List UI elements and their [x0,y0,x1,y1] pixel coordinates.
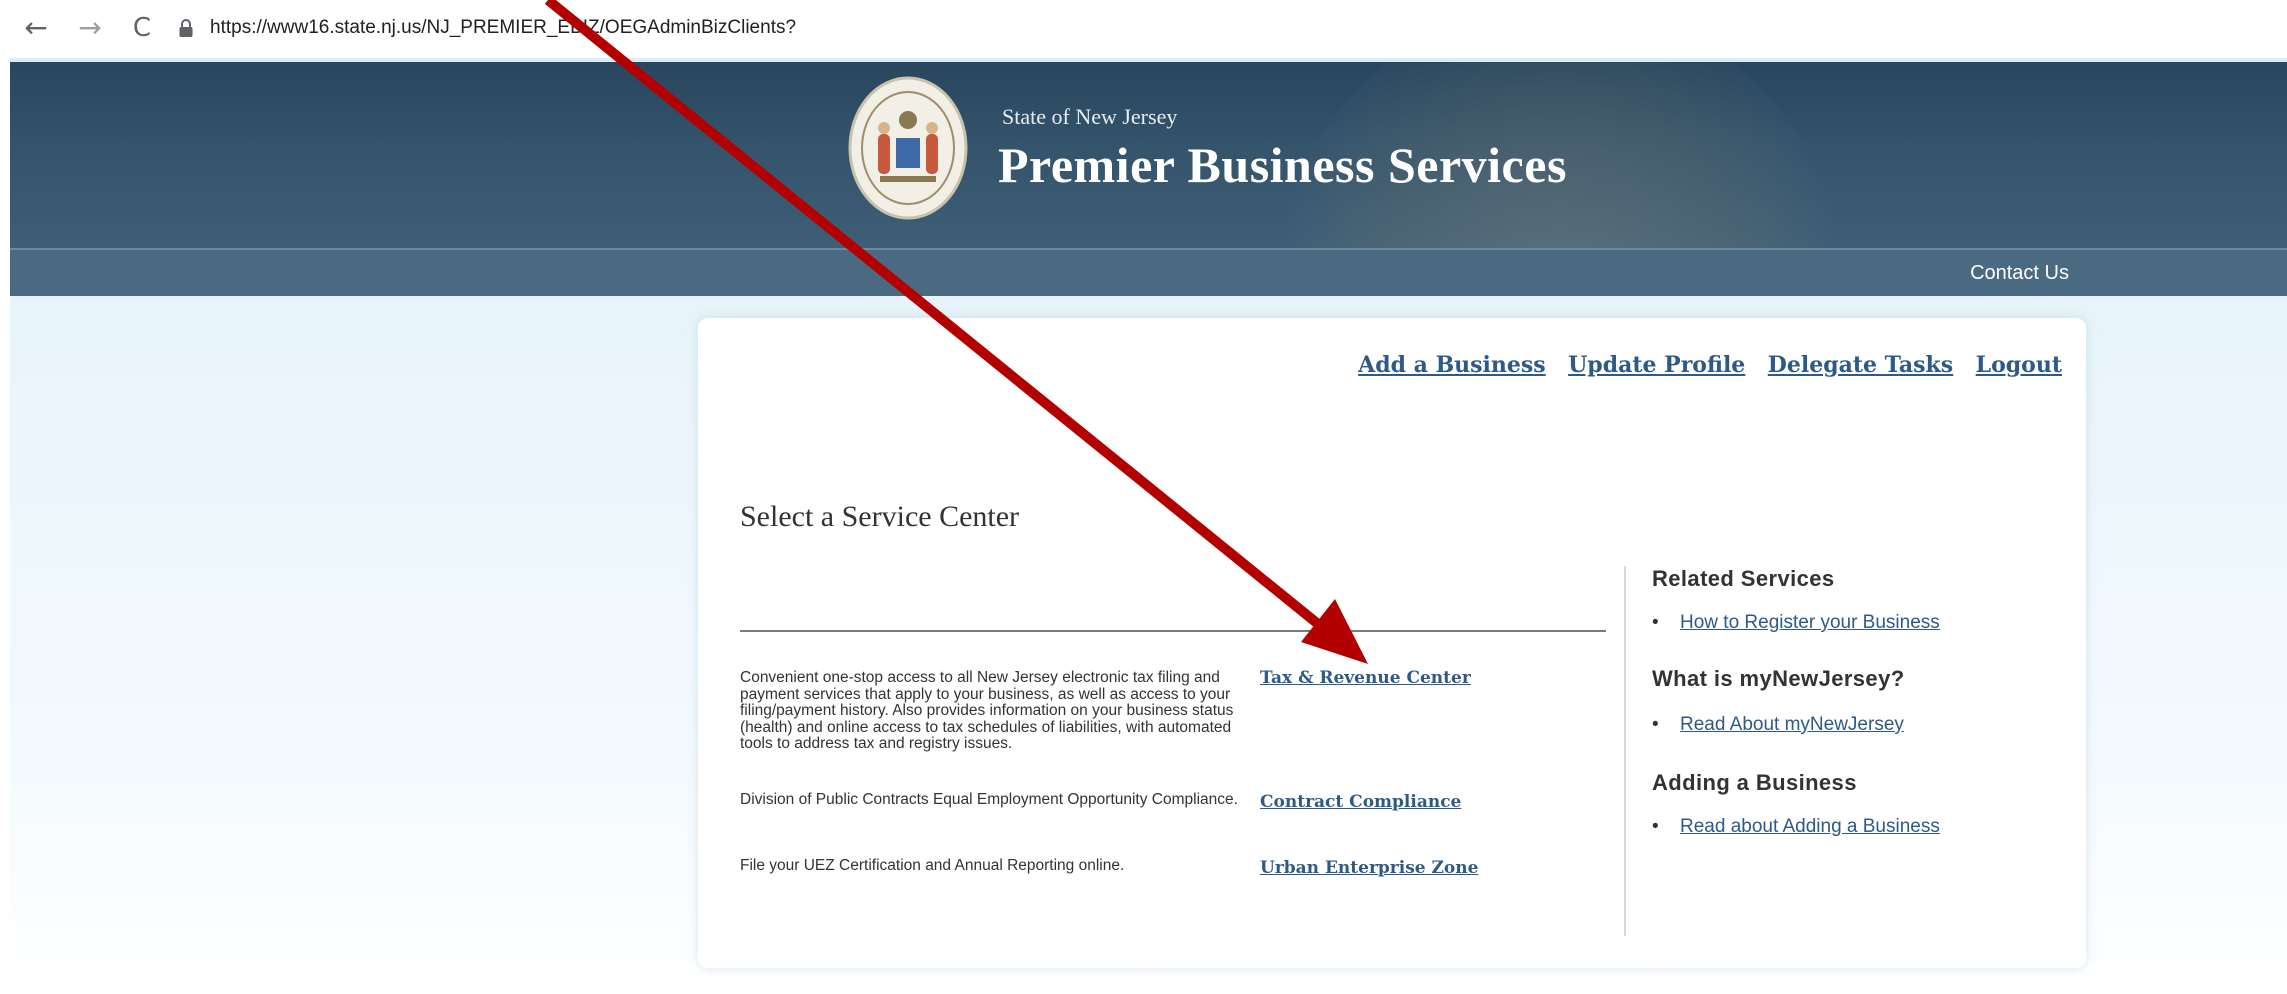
logout-link[interactable]: Logout [1976,352,2062,378]
site-title: Premier Business Services [998,137,1567,193]
sub-navigation-bar: Contact Us [10,248,2287,296]
state-seal-icon [848,76,968,220]
service-description-uez: File your UEZ Certification and Annual R… [740,857,1125,874]
account-links: Add a Business Update Profile Delegate T… [1340,352,2062,378]
delegate-tasks-link[interactable]: Delegate Tasks [1768,352,1953,378]
tax-revenue-center-link[interactable]: Tax & Revenue Center [1260,668,1471,688]
urban-enterprise-zone-link[interactable]: Urban Enterprise Zone [1260,858,1478,878]
related-services-heading: Related Services [1652,566,1835,591]
service-description-contract: Division of Public Contracts Equal Emplo… [740,791,1238,808]
bullet: • [1652,816,1659,837]
contract-compliance-link[interactable]: Contract Compliance [1260,792,1461,812]
sidebar-divider [1624,566,1626,936]
bullet: • [1652,612,1659,633]
browser-toolbar: ← → C https://www16.state.nj.us/NJ_PREMI… [0,0,2287,58]
reload-icon[interactable]: C [124,8,160,48]
contact-us-link[interactable]: Contact Us [1970,262,2069,285]
forward-arrow-icon[interactable]: → [72,8,108,48]
related-services-item: • How to Register your Business [1652,612,1940,634]
mynewjersey-heading: What is myNewJersey? [1652,666,1905,691]
read-about-mynewjersey-link[interactable]: Read About myNewJersey [1680,714,1904,735]
address-bar-url[interactable]: https://www16.state.nj.us/NJ_PREMIER_EBI… [210,12,796,44]
adding-business-item: • Read about Adding a Business [1652,816,1940,838]
update-profile-link[interactable]: Update Profile [1568,352,1745,378]
adding-business-heading: Adding a Business [1652,770,1857,795]
page-title: Select a Service Center [740,500,1020,533]
add-business-link[interactable]: Add a Business [1358,352,1546,378]
section-divider [740,630,1606,632]
service-center-panel: Add a Business Update Profile Delegate T… [698,318,2086,968]
mynewjersey-item: • Read About myNewJersey [1652,714,1904,736]
bullet: • [1652,714,1659,735]
lock-icon [179,19,193,37]
site-subtitle: State of New Jersey [1002,104,1178,129]
back-arrow-icon[interactable]: ← [18,8,54,48]
service-description-tax: Convenient one-stop access to all New Je… [740,669,1234,752]
read-about-adding-business-link[interactable]: Read about Adding a Business [1680,816,1940,837]
register-business-link[interactable]: How to Register your Business [1680,612,1940,633]
